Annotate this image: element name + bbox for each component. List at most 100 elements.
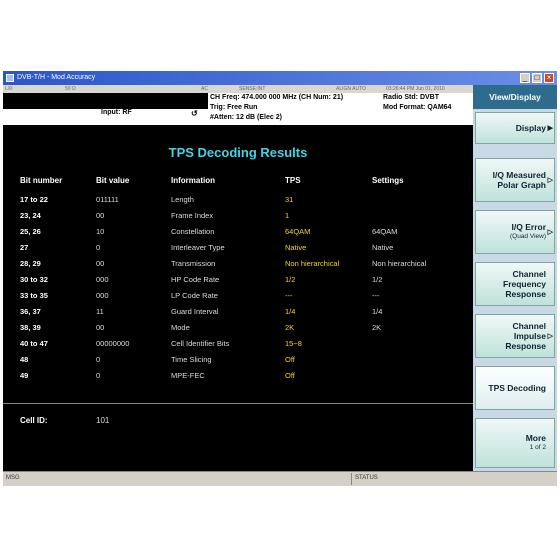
tps-cell: 1/2 — [285, 275, 296, 284]
bit-value-cell: 00 — [96, 259, 105, 268]
tps-decoding-softkey[interactable]: TPS Decoding — [475, 366, 555, 410]
status-align: ALIGN AUTO — [336, 86, 366, 92]
tps-cell: 1/4 — [285, 307, 296, 316]
bit-number-cell: 28, 29 — [20, 259, 41, 268]
header-information: Information — [171, 176, 215, 185]
cell-id-label: Cell ID: — [20, 416, 48, 425]
iq-measured-polar-graph-softkey[interactable]: I/Q Measured Polar Graph ▷ — [475, 158, 555, 202]
table-row: 28, 29 00 Transmission Non hierarchical … — [3, 259, 473, 273]
status-sense: SENSE:INT — [239, 86, 266, 92]
channel-frequency-response-softkey[interactable]: Channel Frequency Response — [475, 262, 555, 306]
bit-value-cell: 0 — [96, 355, 101, 364]
close-icon[interactable]: × — [544, 73, 554, 83]
settings-cell: Native — [372, 243, 394, 252]
bit-number-cell: 33 to 35 — [20, 291, 48, 300]
information-cell: Constellation — [171, 227, 215, 236]
panel-title: TPS Decoding Results — [168, 145, 308, 160]
table-row: 49 0 MPE-FEC Off — [3, 371, 473, 385]
softkey-menu-header: View/Display — [473, 85, 557, 109]
table-row: 23, 24 00 Frame Index 1 — [3, 211, 473, 225]
input-loop-icon: ↺ — [191, 109, 198, 118]
table-row: 27 0 Interleaver Type Native Native — [3, 243, 473, 257]
bit-value-cell: 10 — [96, 227, 105, 236]
bit-number-cell: 36, 37 — [20, 307, 41, 316]
table-divider — [3, 403, 473, 404]
information-cell: Guard Interval — [171, 307, 219, 316]
table-row: 25, 26 10 Constellation 64QAM 64QAM — [3, 227, 473, 241]
bit-number-cell: 17 to 22 — [20, 195, 48, 204]
minimize-icon[interactable]: _ — [520, 73, 530, 83]
tps-cell: 1 — [285, 211, 290, 220]
softkey-sublabel: (Quad View) — [509, 233, 546, 240]
submenu-arrow-icon: ▷ — [547, 177, 553, 184]
bit-number-cell: 49 — [20, 371, 29, 380]
info-black-block — [3, 93, 208, 109]
submenu-arrow-icon: ▷ — [547, 229, 553, 236]
table-row: 40 to 47 00000000 Cell Identifier Bits 1… — [3, 339, 473, 353]
bit-number-cell: 25, 26 — [20, 227, 41, 236]
cell-id-value: 101 — [96, 416, 110, 425]
header-bit-value: Bit value — [96, 176, 130, 185]
bit-value-cell: 0 — [96, 243, 101, 252]
window-title: DVB-T/H - Mod Accuracy — [17, 74, 96, 81]
information-cell: MPE-FEC — [171, 371, 205, 380]
tps-cell: Non hierarchical — [285, 259, 340, 268]
maximize-icon[interactable]: □ — [532, 73, 542, 83]
information-cell: HP Code Rate — [171, 275, 220, 284]
table-row: 33 to 35 000 LP Code Rate --- --- — [3, 291, 473, 305]
bit-number-cell: 48 — [20, 355, 29, 364]
status-impedance: 50 Ω — [65, 86, 76, 92]
settings-cell: Non hierarchical — [372, 259, 427, 268]
tps-results-panel: TPS Decoding Results Bit number Bit valu… — [3, 125, 473, 471]
information-cell: Mode — [171, 323, 190, 332]
table-row: 36, 37 11 Guard Interval 1/4 1/4 — [3, 307, 473, 321]
more-softkey[interactable]: More 1 of 2 — [475, 418, 555, 468]
display-softkey[interactable]: Display ▶ — [475, 112, 555, 144]
softkey-label: I/Q Measured Polar Graph — [492, 170, 546, 190]
softkey-label-main: More — [525, 433, 546, 443]
input-label: Input: RF — [101, 109, 132, 116]
tps-cell: Native — [285, 243, 307, 252]
settings-cell: 64QAM — [372, 227, 398, 236]
information-cell: Transmission — [171, 259, 216, 268]
message-divider — [351, 473, 352, 485]
information-cell: Cell Identifier Bits — [171, 339, 230, 348]
tps-cell: Off — [285, 371, 295, 380]
app-window: DVB-T/H - Mod Accuracy _ □ × LXI 50 Ω AC… — [3, 71, 557, 486]
settings-cell: 2K — [372, 323, 382, 332]
header-tps: TPS — [285, 176, 301, 185]
bit-number-cell: 27 — [20, 243, 29, 252]
table-row: 48 0 Time Slicing Off — [3, 355, 473, 369]
tps-cell: 31 — [285, 195, 294, 204]
information-cell: Interleaver Type — [171, 243, 225, 252]
bit-number-cell: 40 to 47 — [20, 339, 48, 348]
bit-value-cell: 000 — [96, 291, 109, 300]
tps-cell: 15~8 — [285, 339, 302, 348]
submenu-arrow-icon: ▶ — [547, 125, 553, 132]
bit-number-cell: 38, 39 — [20, 323, 41, 332]
softkey-label: TPS Decoding — [488, 383, 546, 393]
submenu-arrow-icon: ▷ — [547, 333, 553, 340]
bit-value-cell: 00000000 — [96, 339, 130, 348]
softkey-menu: View/Display Display ▶ I/Q Measured Pola… — [473, 85, 557, 471]
settings-cell: --- — [372, 291, 380, 300]
softkey-label: Display — [515, 123, 546, 133]
iq-error-softkey[interactable]: I/Q Error (Quad View) ▷ — [475, 210, 555, 254]
channel-impulse-response-softkey[interactable]: Channel Impulse Response ▷ — [475, 314, 555, 358]
bit-value-cell: 011111 — [96, 195, 119, 204]
radio-std-label: Radio Std: DVBT — [383, 94, 439, 101]
bit-number-cell: 23, 24 — [20, 211, 41, 220]
app-icon — [6, 74, 14, 82]
tps-cell: 64QAM — [285, 227, 311, 236]
tps-cell: 2K — [285, 323, 295, 332]
settings-cell: 1/2 — [372, 275, 383, 284]
information-cell: Length — [171, 195, 194, 204]
softkey-label: More 1 of 2 — [526, 433, 546, 453]
header-bit-number: Bit number — [20, 176, 63, 185]
information-cell: Time Slicing — [171, 355, 212, 364]
status-lxi: LXI — [5, 86, 13, 92]
atten-label: #Atten: 12 dB (Elec 2) — [210, 114, 282, 121]
softkey-page-indicator: 1 of 2 — [529, 444, 546, 451]
status-coupling: AC — [201, 86, 208, 92]
status-datetime: 03:26:44 PM Jun 01, 2010 — [386, 86, 445, 92]
